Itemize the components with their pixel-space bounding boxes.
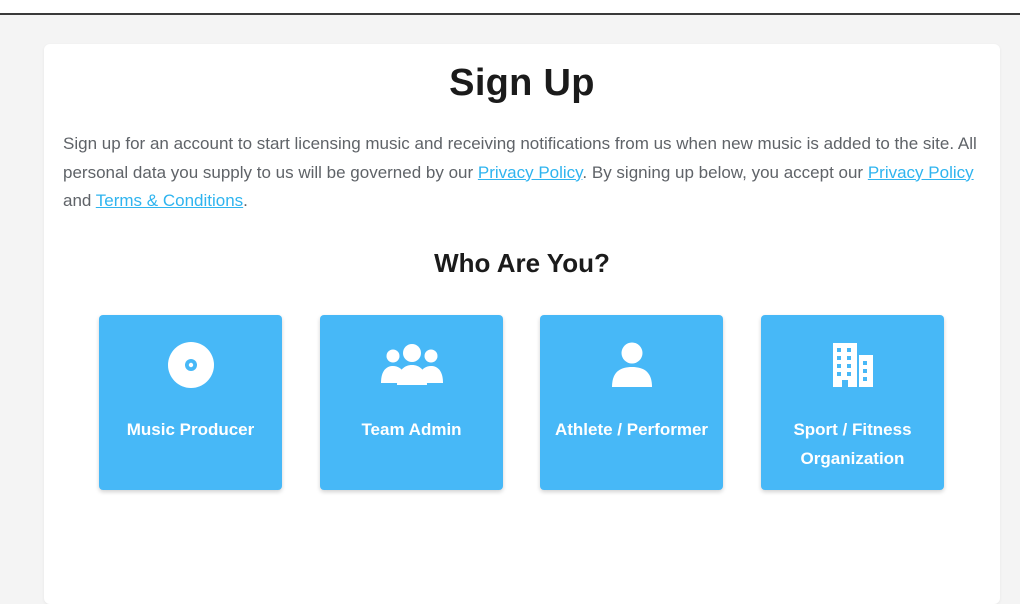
role-label: Team Admin [361, 420, 462, 439]
role-sport-fitness-organization-button[interactable]: Sport / Fitness Organization [761, 315, 944, 490]
privacy-policy-link[interactable]: Privacy Policy [478, 163, 583, 182]
users-icon [320, 340, 503, 390]
role-options: Music Producer Team Admin Athlete / Perf… [44, 315, 1000, 495]
top-border [0, 0, 1020, 15]
disc-icon [99, 340, 282, 390]
building-icon [761, 340, 944, 390]
privacy-policy-link-2[interactable]: Privacy Policy [868, 163, 974, 182]
role-music-producer-button[interactable]: Music Producer [99, 315, 282, 490]
signup-card: Sign Up Sign up for an account to start … [44, 44, 1000, 604]
intro-text-part-2: . By signing up below, you accept our [582, 162, 868, 182]
role-athlete-performer-button[interactable]: Athlete / Performer [540, 315, 723, 490]
page-title: Sign Up [449, 62, 595, 104]
intro-text: Sign up for an account to start licensin… [63, 130, 983, 216]
role-label: Music Producer [126, 420, 255, 439]
intro-text-part-4: . [243, 191, 248, 210]
user-icon [540, 340, 723, 390]
role-label: Athlete / Performer [554, 420, 709, 439]
intro-text-part-3: and [63, 191, 96, 210]
role-team-admin-button[interactable]: Team Admin [320, 315, 503, 490]
role-label: Sport / Fitness Organization [793, 420, 912, 468]
role-question-heading: Who Are You? [434, 248, 610, 278]
terms-conditions-link[interactable]: Terms & Conditions [96, 191, 243, 210]
